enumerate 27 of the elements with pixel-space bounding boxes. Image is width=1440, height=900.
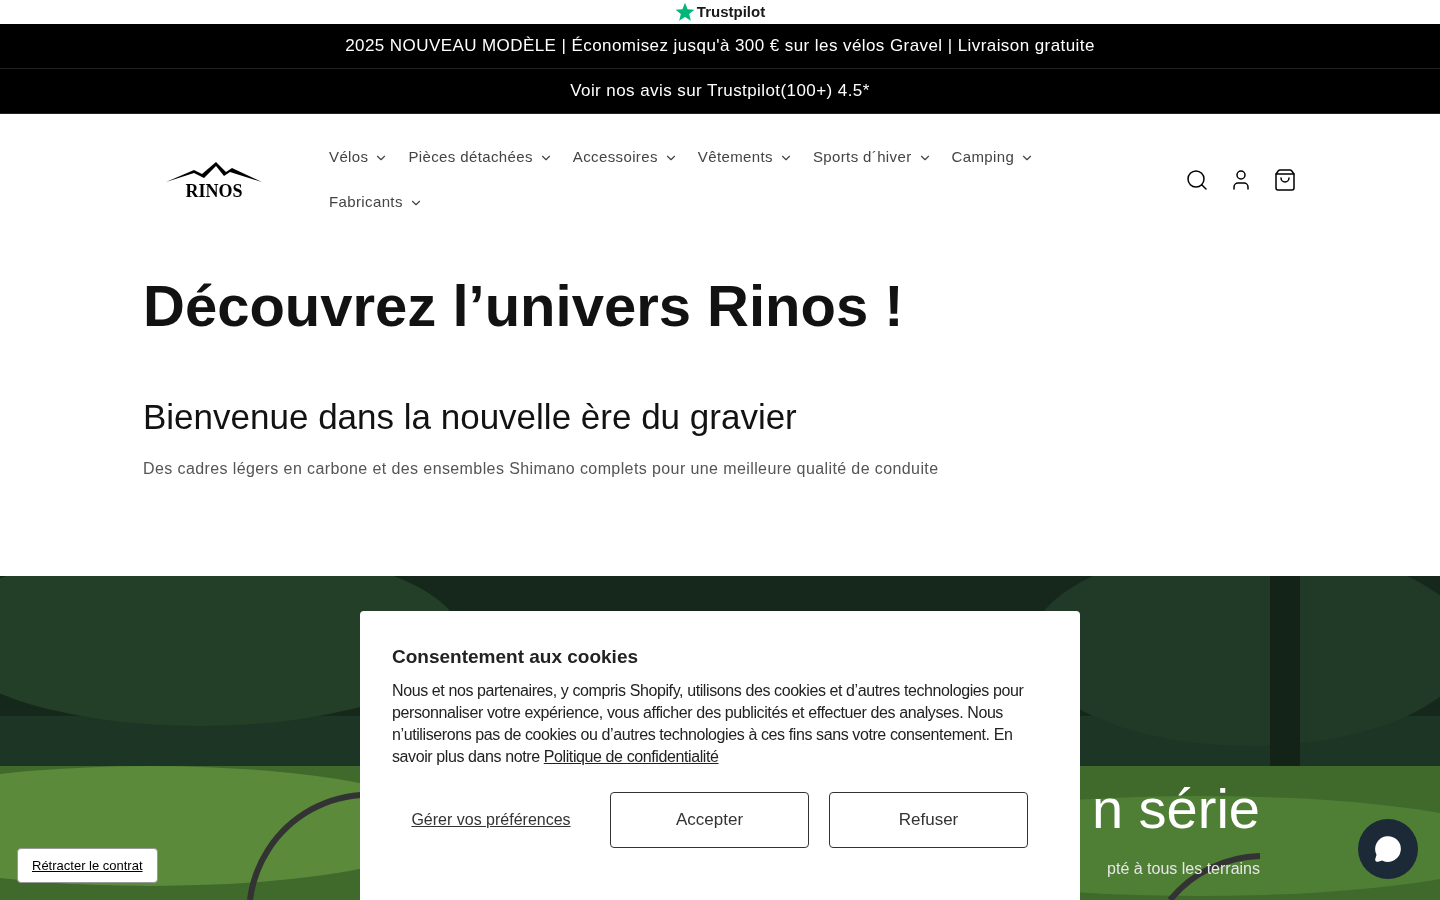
search-icon[interactable] xyxy=(1185,168,1209,192)
trustpilot-logo[interactable]: Trustpilot xyxy=(696,0,766,24)
announcement-text[interactable]: Voir nos avis sur Trustpilot(100+) 4.5* xyxy=(570,78,870,104)
accept-button[interactable]: Accepter xyxy=(610,791,809,848)
manage-preferences-link[interactable]: Gérer vos préférences xyxy=(392,809,590,830)
nav-menu-item[interactable]: Vélos xyxy=(319,135,399,180)
hero-text: pté à tous les terrains xyxy=(1107,859,1260,879)
privacy-link[interactable]: Politique de confidentialité xyxy=(543,747,719,765)
cart-icon[interactable] xyxy=(1273,168,1297,192)
announcement-text[interactable]: 2025 NOUVEAU MODÈLE | Économisez jusqu'à 300 € sur les vélos Gravel | Livraison gratuite xyxy=(345,33,1095,59)
nav-menu-item[interactable]: Pièces détachées xyxy=(398,135,563,180)
hero-title: n série xyxy=(1091,781,1260,837)
refuse-button[interactable]: Refuser xyxy=(829,791,1028,848)
nav-menu-item[interactable]: Sports d´hiver xyxy=(802,135,942,180)
rinos-logo[interactable]: RINOS xyxy=(139,160,289,200)
cookie-text: Nous et nos partenaires, y compris Shopify, utilisons des cookies et d’autres technologies pour personnaliser votre expérience, vous afficher des publicités et effectuer des analyses. Nous n’utiliserons pas de cookies ou d’autres technologies à ces fins sans votre consentement. En savoir plus dans notre Politique de confidentialité xyxy=(392,680,1025,767)
nav-menu-item[interactable]: Camping xyxy=(941,135,1045,180)
page-title: Découvrez l’univers Rinos ! xyxy=(143,272,905,340)
cookie-title: Consentement aux cookies xyxy=(392,645,640,669)
chat-icon xyxy=(1374,835,1402,863)
nav-menu-item[interactable]: Vêtements xyxy=(687,135,803,180)
nav-menu-item[interactable]: Accessoires xyxy=(562,135,688,180)
nav-menu-item[interactable]: Fabricants xyxy=(319,180,433,225)
section-subtitle: Bienvenue dans la nouvelle ère du gravier xyxy=(143,395,798,438)
retract-contract-button[interactable]: Rétracter le contrat xyxy=(17,848,158,883)
star-icon xyxy=(674,2,695,22)
section-description: Des cadres légers en carbone et des ensembles Shimano complets pour une meilleure qualité de conduite xyxy=(143,459,940,480)
